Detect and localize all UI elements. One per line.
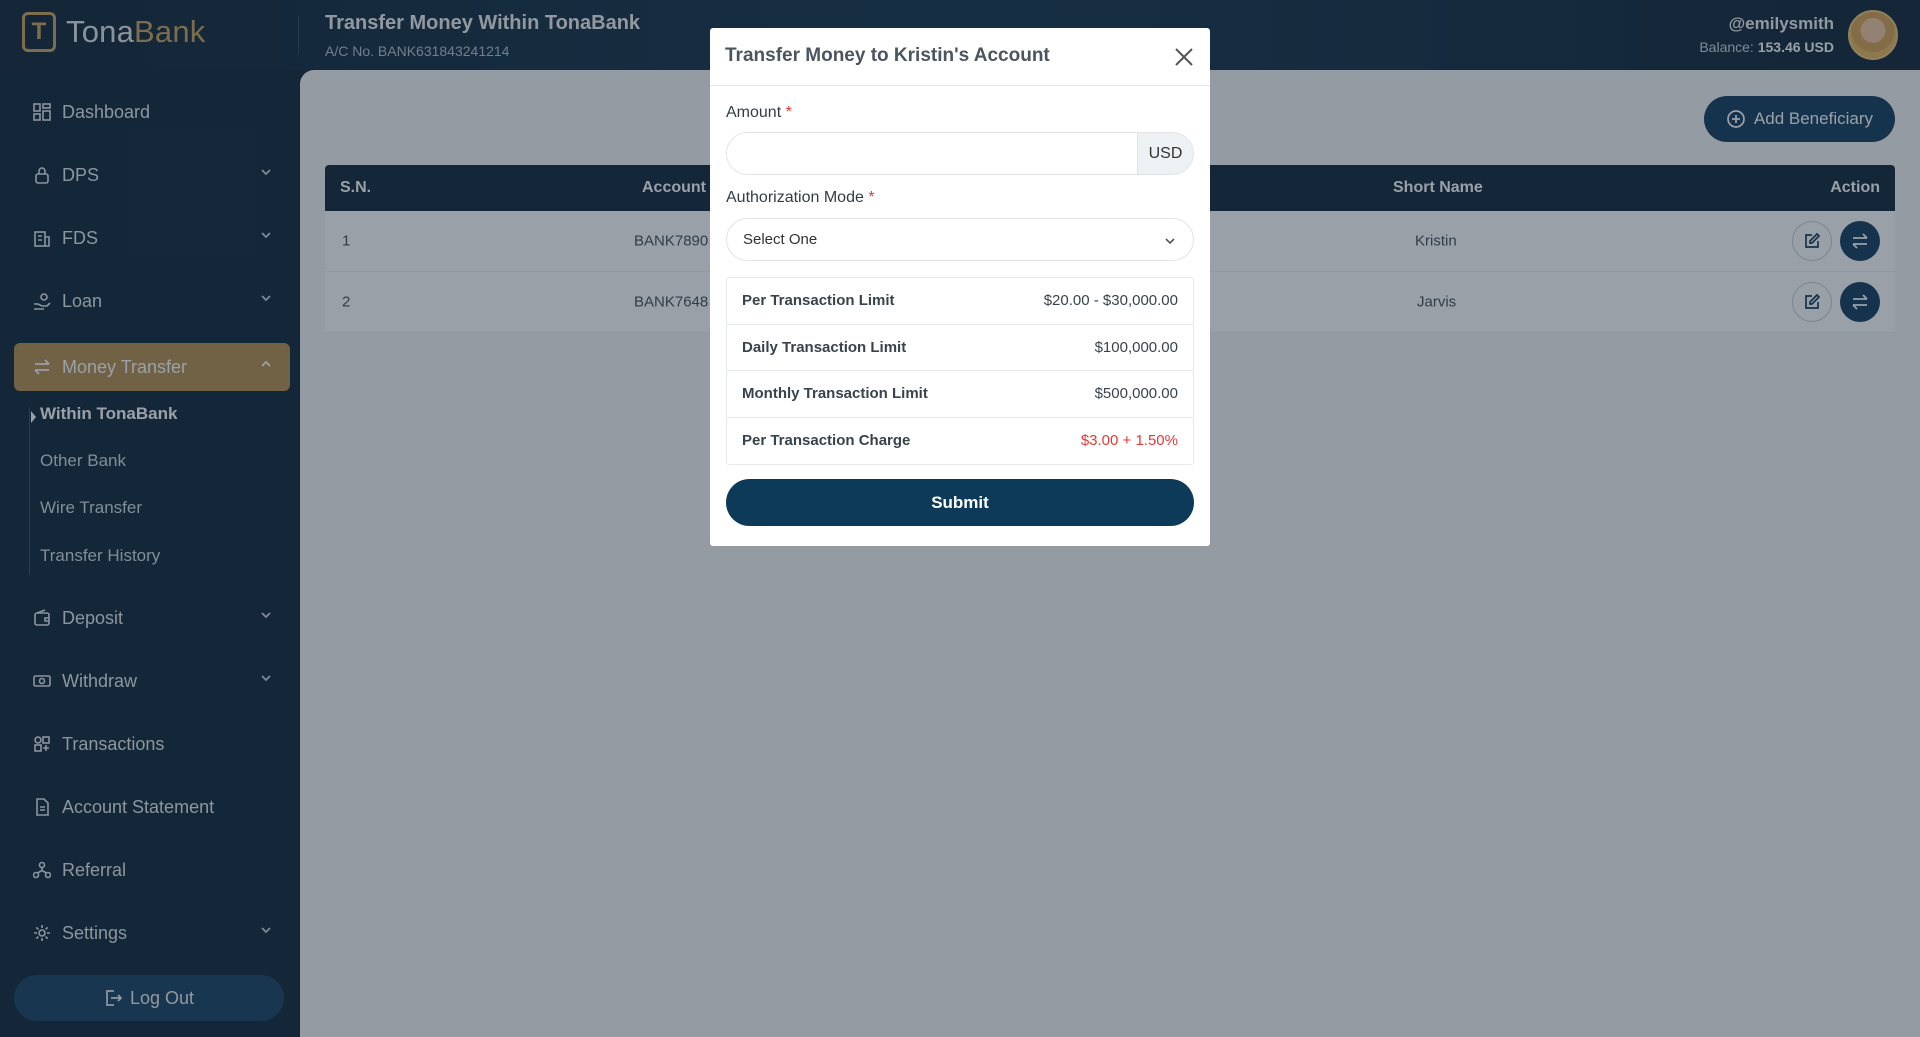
modal-header: Transfer Money to Kristin's Account xyxy=(710,28,1210,86)
chevron-down-icon xyxy=(1165,238,1175,245)
limit-value: $20.00 - $30,000.00 xyxy=(1043,292,1178,310)
auth-mode-select[interactable]: Select One xyxy=(726,218,1194,261)
limit-label: Monthly Transaction Limit xyxy=(742,385,928,403)
amount-label: Amount * xyxy=(726,104,792,122)
limit-label: Daily Transaction Limit xyxy=(742,338,907,356)
limit-value: $100,000.00 xyxy=(1094,338,1178,356)
close-icon[interactable] xyxy=(1172,45,1196,69)
amount-input[interactable] xyxy=(727,133,1137,174)
list-item: Per Transaction Limit $20.00 - $30,000.0… xyxy=(727,278,1193,325)
auth-mode-value: Select One xyxy=(743,231,818,248)
modal-title: Transfer Money to Kristin's Account xyxy=(725,45,1050,66)
required-mark: * xyxy=(785,104,792,121)
amount-label-text: Amount xyxy=(726,104,782,121)
auth-mode-label: Authorization Mode * xyxy=(726,189,875,207)
charge-value: $3.00 + 1.50% xyxy=(1080,432,1178,450)
submit-button[interactable]: Submit xyxy=(726,479,1194,526)
list-item: Monthly Transaction Limit $500,000.00 xyxy=(727,371,1193,418)
list-item: Per Transaction Charge $3.00 + 1.50% xyxy=(727,418,1193,465)
limit-value: $500,000.00 xyxy=(1094,385,1178,403)
currency-addon: USD xyxy=(1137,133,1193,174)
amount-field: USD xyxy=(726,132,1194,175)
limit-label: Per Transaction Limit xyxy=(742,292,895,310)
list-item: Daily Transaction Limit $100,000.00 xyxy=(727,325,1193,371)
auth-mode-label-text: Authorization Mode xyxy=(726,189,864,206)
limits-list: Per Transaction Limit $20.00 - $30,000.0… xyxy=(726,277,1194,465)
limit-label: Per Transaction Charge xyxy=(742,432,911,450)
required-mark: * xyxy=(868,189,875,206)
transfer-modal: Transfer Money to Kristin's Account Amou… xyxy=(710,28,1210,546)
